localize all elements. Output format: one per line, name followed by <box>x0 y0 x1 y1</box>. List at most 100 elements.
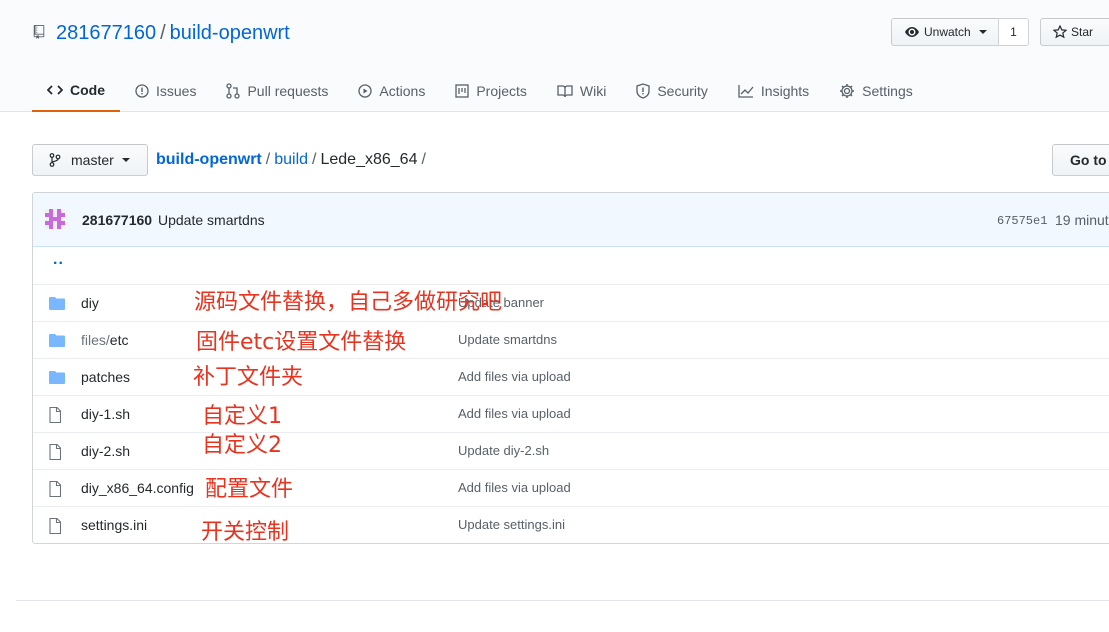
tab-security[interactable]: Security <box>621 69 723 112</box>
latest-commit-bar: 281677160 Update smartdns 67575e1 19 min… <box>33 193 1109 247</box>
annotation-config: 配置文件 <box>205 477 294 502</box>
repo-icon <box>33 25 45 39</box>
commit-time: 19 minut <box>1055 212 1109 228</box>
star-button[interactable]: Star <box>1040 18 1109 46</box>
file-name-link[interactable]: settings.ini <box>81 517 147 533</box>
file-name-link[interactable]: diy <box>81 295 99 311</box>
file-path-prefix: files/ <box>81 332 110 348</box>
file-commit-message[interactable]: Add files via upload <box>458 406 571 421</box>
annotation-diy-2: 自定义2 <box>202 433 282 458</box>
file-name: diy-1.sh <box>81 406 131 422</box>
tab-settings-label: Settings <box>862 82 913 99</box>
file-commit-message[interactable]: Add files via upload <box>458 369 571 384</box>
annotation-settings: 开关控制 <box>201 520 290 545</box>
tab-pull-requests-label: Pull requests <box>247 82 329 99</box>
watch-button[interactable]: Unwatch <box>891 18 999 46</box>
file-name-link[interactable]: files/etc <box>81 332 128 348</box>
annotation-patches: 补丁文件夹 <box>193 365 304 390</box>
file-icon <box>49 407 61 423</box>
watch-label: Unwatch <box>924 25 971 39</box>
repo-title: 281677160/build-openwrt <box>56 21 290 45</box>
go-to-file-button[interactable]: Go to <box>1052 144 1109 176</box>
tab-projects[interactable]: Projects <box>440 69 542 112</box>
branch-icon <box>49 153 61 167</box>
file-name-link[interactable]: diy_x86_64.config <box>81 480 194 496</box>
tab-insights[interactable]: Insights <box>723 69 824 112</box>
eye-icon <box>905 27 919 37</box>
star-label: Star <box>1071 25 1094 39</box>
graph-icon <box>738 84 754 98</box>
chevron-down-icon <box>978 30 987 34</box>
issue-icon <box>135 83 149 98</box>
breadcrumb-separator: / <box>312 151 317 168</box>
tab-code[interactable]: Code <box>32 69 120 112</box>
tab-issues-label: Issues <box>156 82 197 99</box>
avatar[interactable] <box>45 209 65 229</box>
file-icon <box>49 481 61 497</box>
commit-author-link[interactable]: 281677160 <box>82 212 152 228</box>
gear-icon <box>840 83 855 98</box>
file-name: diy_x86_64.config <box>81 480 194 496</box>
tab-issues[interactable]: Issues <box>120 69 211 112</box>
file-row[interactable]: files/etc Update smartdns <box>33 321 1109 358</box>
tab-security-label: Security <box>657 82 708 99</box>
file-row[interactable]: diy_x86_64.config Add files via upload <box>33 469 1109 506</box>
tab-wiki[interactable]: Wiki <box>542 69 621 112</box>
pull-request-icon <box>226 82 241 99</box>
folder-icon <box>49 297 65 310</box>
parent-dir-row[interactable]: .. <box>33 247 1109 284</box>
repo-title-separator: / <box>160 22 166 44</box>
star-icon <box>1053 25 1067 39</box>
file-name: patches <box>81 369 131 385</box>
tab-insights-label: Insights <box>760 82 810 99</box>
file-commit-message[interactable]: Add files via upload <box>458 480 571 495</box>
tab-pull-requests[interactable]: Pull requests <box>211 69 343 112</box>
branch-select-button[interactable]: master <box>32 144 148 176</box>
project-icon <box>455 83 469 98</box>
tab-settings[interactable]: Settings <box>824 69 928 112</box>
folder-icon <box>49 334 65 347</box>
tab-wiki-label: Wiki <box>579 82 607 99</box>
file-name-link[interactable]: patches <box>81 369 130 385</box>
tab-actions[interactable]: Actions <box>343 69 440 112</box>
file-icon <box>49 444 61 460</box>
divider <box>16 600 1109 601</box>
file-commit-message[interactable]: Update settings.ini <box>458 517 565 532</box>
file-commit-message[interactable]: Update smartdns <box>458 332 557 347</box>
tab-actions-label: Actions <box>379 82 426 99</box>
shield-icon <box>636 82 650 99</box>
chevron-down-icon <box>121 158 130 162</box>
annotation-diy-1: 自定义1 <box>202 404 282 429</box>
breadcrumb-build-link[interactable]: build <box>274 151 308 168</box>
annotation-files-etc: 固件etc设置文件替换 <box>196 330 407 355</box>
file-name-link[interactable]: diy-1.sh <box>81 406 130 422</box>
breadcrumb: build-openwrt / build / Lede_x86_64/ <box>156 150 430 170</box>
file-name: etc <box>109 332 129 348</box>
code-icon <box>47 84 63 95</box>
branch-label: master <box>71 152 114 168</box>
commit-sha-link[interactable]: 67575e1 <box>997 214 1047 228</box>
file-commit-message[interactable]: Update diy-2.sh <box>458 443 549 458</box>
repo-header: 281677160/build-openwrt Unwatch 1 Star C… <box>0 0 1109 112</box>
file-name-link[interactable]: diy-2.sh <box>81 443 130 459</box>
breadcrumb-root-link[interactable]: build-openwrt <box>156 151 262 168</box>
tab-projects-label: Projects <box>476 82 527 99</box>
folder-icon <box>49 371 65 384</box>
watch-count[interactable]: 1 <box>998 18 1029 46</box>
file-name: diy-2.sh <box>81 443 131 459</box>
file-row[interactable]: diy-1.sh Add files via upload <box>33 395 1109 432</box>
parent-dir-link[interactable]: .. <box>53 251 64 269</box>
file-row[interactable]: settings.ini Update settings.ini <box>33 506 1109 543</box>
repo-nav-tabs: Code Issues Pull requests Actions Projec… <box>32 69 928 112</box>
repo-name-link[interactable]: build-openwrt <box>170 22 290 44</box>
file-row[interactable]: diy-2.sh Update diy-2.sh <box>33 432 1109 469</box>
repo-owner-link[interactable]: 281677160 <box>56 22 156 44</box>
file-name: settings.ini <box>81 517 148 533</box>
commit-message-link[interactable]: Update smartdns <box>158 212 265 228</box>
play-icon <box>358 83 373 98</box>
breadcrumb-current: Lede_x86_64 <box>320 151 418 168</box>
file-icon <box>49 518 61 534</box>
file-name: diy <box>81 295 99 311</box>
annotation-diy: 源码文件替换，自己多做研究吧 <box>194 290 503 315</box>
breadcrumb-trailing-separator: / <box>421 151 426 168</box>
